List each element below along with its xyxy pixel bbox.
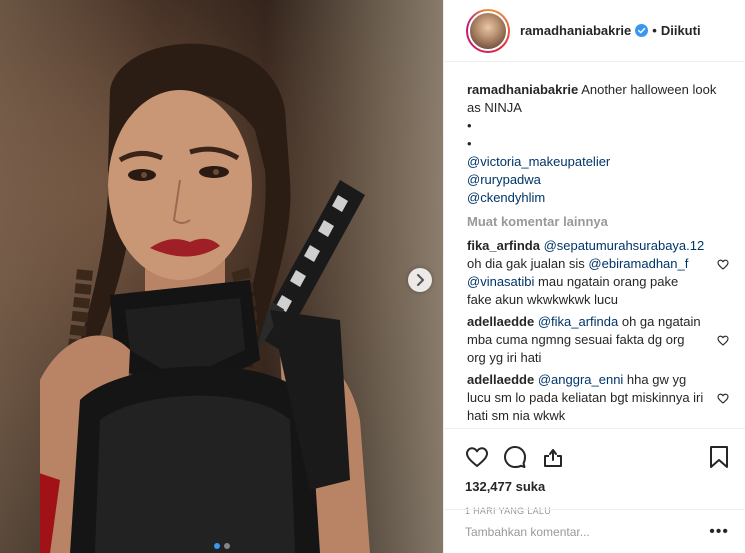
- caption-mention[interactable]: @rurypadwa: [467, 171, 729, 189]
- comment-mention[interactable]: @anggra_enni: [538, 372, 623, 387]
- comment-mention[interactable]: @fika_arfinda: [538, 314, 618, 329]
- comment-username[interactable]: adellaedde: [467, 314, 534, 329]
- follow-status[interactable]: • Diikuti: [652, 23, 700, 38]
- comment-item: fika_arfinda @sepatumurahsurabaya.12 oh …: [467, 237, 729, 309]
- carousel-next-button[interactable]: [408, 268, 432, 292]
- follow-status-label: Diikuti: [660, 23, 701, 38]
- header-separator: •: [652, 23, 657, 38]
- caption-username[interactable]: ramadhaniabakrie: [467, 82, 578, 97]
- comments-list: ramadhaniabakrie Another halloween look …: [444, 62, 745, 428]
- comment-container: fika_arfinda @sepatumurahsurabaya.12 oh …: [467, 237, 729, 425]
- comment-username[interactable]: adellaedde: [467, 372, 534, 387]
- like-button[interactable]: [465, 446, 489, 468]
- comment-mention[interactable]: @vinasatibi: [467, 274, 534, 289]
- carousel-dot-active: [213, 543, 220, 549]
- comment-button[interactable]: [503, 445, 527, 469]
- post-media[interactable]: [0, 0, 443, 553]
- post-photo-figure: [40, 43, 370, 553]
- caption-mention[interactable]: @ckendyhlim: [467, 189, 729, 207]
- more-options-button[interactable]: •••: [709, 523, 729, 541]
- comment-icon: [504, 446, 526, 468]
- header-username[interactable]: ramadhaniabakrie: [520, 23, 631, 38]
- caption-bullet: •: [467, 136, 472, 151]
- load-more-comments-link[interactable]: Muat komentar lainnya: [467, 213, 729, 231]
- caption-mention[interactable]: @victoria_makeupatelier: [467, 153, 729, 171]
- comment-mention[interactable]: @sepatumurahsurabaya.12: [544, 238, 705, 253]
- comment-like-heart-icon[interactable]: [717, 335, 729, 346]
- carousel-dot: [223, 543, 230, 549]
- comment-text: oh dia gak jualan sis: [467, 256, 589, 271]
- avatar[interactable]: [466, 8, 510, 53]
- heart-icon: [466, 447, 488, 467]
- post-header: ramadhaniabakrie • Diikuti: [444, 0, 745, 62]
- caption: ramadhaniabakrie Another halloween look …: [467, 81, 729, 207]
- caption-bullet: •: [467, 118, 472, 133]
- comment-username[interactable]: fika_arfinda: [467, 238, 540, 253]
- comment-item: adellaedde @anggra_enni hha gw yg lucu s…: [467, 371, 729, 425]
- action-icons: [465, 437, 729, 477]
- carousel-indicator: [0, 543, 443, 549]
- bookmark-icon: [710, 446, 728, 468]
- save-button[interactable]: [709, 445, 729, 469]
- comment-like-heart-icon[interactable]: [717, 259, 729, 270]
- share-button[interactable]: [541, 445, 565, 469]
- add-comment-bar: •••: [444, 509, 745, 553]
- comment-item: adellaedde @fika_arfinda oh ga ngatain m…: [467, 313, 729, 367]
- likes-count[interactable]: 132,477 suka: [465, 479, 729, 494]
- share-icon: [544, 449, 562, 467]
- add-comment-input[interactable]: [465, 524, 710, 539]
- comment-like-heart-icon[interactable]: [717, 393, 729, 404]
- verified-icon: [635, 24, 649, 37]
- post-details-panel: ramadhaniabakrie • Diikuti ramadhaniabakr…: [443, 0, 745, 553]
- chevron-right-icon: [417, 274, 424, 286]
- comment-mention[interactable]: @ebiramadhan_f: [588, 256, 688, 271]
- post-actions: 132,477 suka 1 HARI YANG LALU: [444, 428, 745, 516]
